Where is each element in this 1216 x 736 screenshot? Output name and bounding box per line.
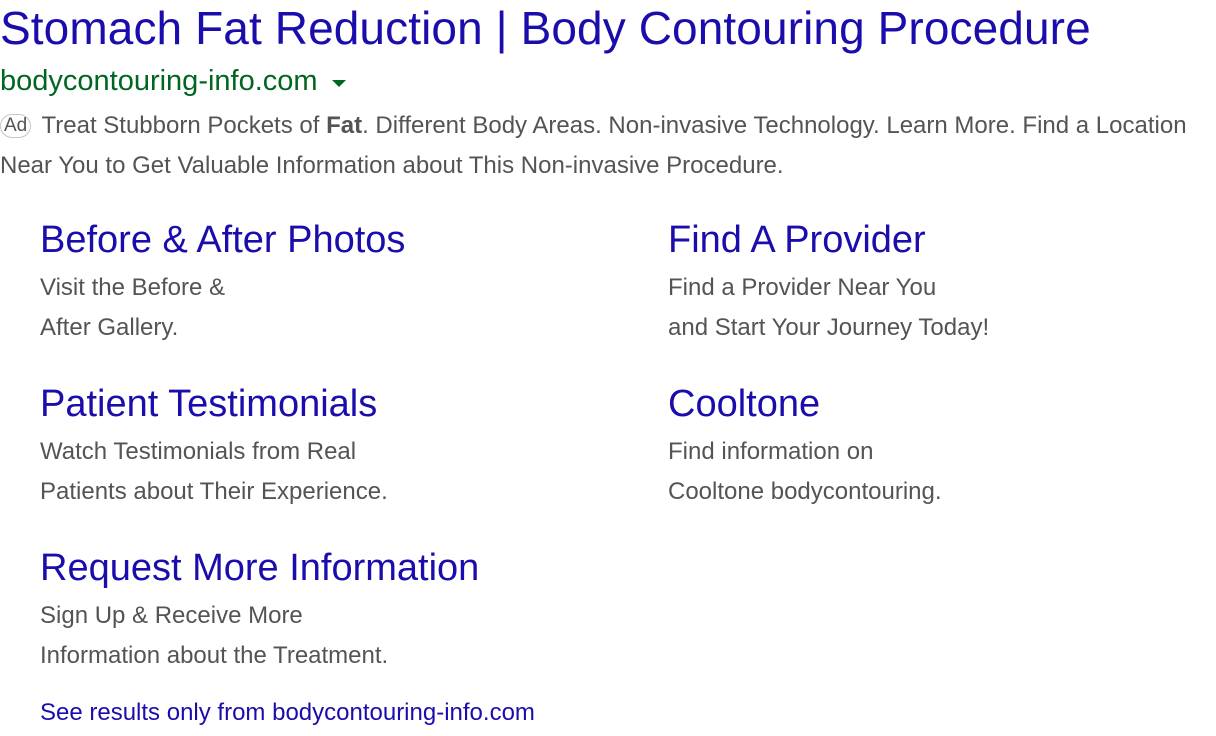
sitelink-before-after: Before & After Photos Visit the Before &… — [40, 216, 405, 348]
ad-description-text-1: Treat Stubborn Pockets of — [35, 112, 327, 139]
ad-description-bold: Fat — [326, 112, 363, 139]
sitelink-title[interactable]: Patient Testimonials — [40, 380, 388, 428]
sitelink-patient-testimonials: Patient Testimonials Watch Testimonials … — [40, 380, 388, 512]
sitelink-description-line: Cooltone bodycontouring. — [668, 478, 942, 505]
sitelink-description-line: Sign Up & Receive More — [40, 602, 303, 629]
ad-description: Ad Treat Stubborn Pockets of Fat. Differ… — [0, 106, 1200, 186]
sitelink-description-line: Information about the Treatment. — [40, 642, 389, 669]
ad-url-row: bodycontouring-info.com — [0, 62, 346, 100]
sitelink-description-line: After Gallery. — [40, 314, 179, 341]
sitelink-title[interactable]: Request More Information — [40, 544, 479, 592]
sitelink-find-provider: Find A Provider Find a Provider Near You… — [668, 216, 989, 348]
see-results-only-link[interactable]: See results only from bodycontouring-inf… — [40, 694, 535, 732]
sitelink-description-line: Find a Provider Near You — [668, 274, 937, 301]
ad-badge: Ad — [0, 114, 32, 138]
sitelink-description-line: and Start Your Journey Today! — [668, 314, 990, 341]
sitelink-description-line: Find information on — [668, 438, 874, 465]
sitelink-cooltone: Cooltone Find information on Cooltone bo… — [668, 380, 942, 512]
sitelink-title[interactable]: Cooltone — [668, 380, 942, 428]
display-url[interactable]: bodycontouring-info.com — [0, 65, 318, 98]
ad-headline-link[interactable]: Stomach Fat Reduction | Body Contouring … — [0, 0, 1091, 56]
sitelink-request-info: Request More Information Sign Up & Recei… — [40, 544, 479, 676]
sitelink-description-line: Visit the Before & — [40, 274, 225, 301]
sitelink-description-line: Watch Testimonials from Real — [40, 438, 357, 465]
sitelink-description-line: Patients about Their Experience. — [40, 478, 388, 505]
sitelink-title[interactable]: Before & After Photos — [40, 216, 405, 264]
dropdown-caret-icon[interactable] — [331, 79, 346, 87]
sitelink-title[interactable]: Find A Provider — [668, 216, 989, 264]
